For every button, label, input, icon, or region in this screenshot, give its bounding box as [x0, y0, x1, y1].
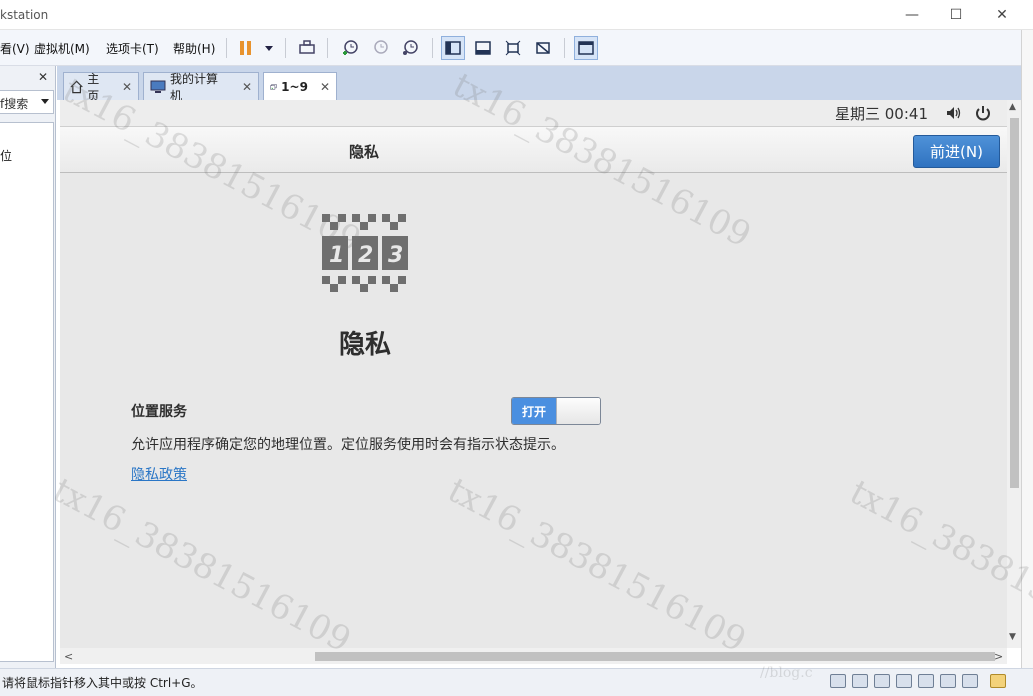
chevron-down-icon[interactable] [41, 99, 49, 104]
cd-drive-icon[interactable] [852, 674, 868, 688]
tab-vm[interactable]: 1~9 ✕ [263, 72, 337, 100]
tab-close-button[interactable]: ✕ [122, 80, 132, 94]
privacy-policy-link[interactable]: 隐私政策 [131, 464, 187, 484]
toggle-on-label: 打开 [512, 398, 556, 424]
toolbar-separator [226, 38, 227, 58]
scroll-right-button[interactable]: > [994, 650, 1003, 663]
menu-toolbar: 看(V) 虚拟机(M) 选项卡(T) 帮助(H) [0, 30, 1033, 66]
snapshot-manager-button[interactable] [398, 36, 422, 60]
keyboard-icon [299, 40, 315, 54]
library-panel: ✕ f搜索 位 [0, 66, 56, 668]
title-bar: kstation — ☐ ✕ [0, 0, 1033, 30]
display-icon[interactable] [962, 674, 978, 688]
tab-label: 我的计算机 [169, 71, 218, 103]
tab-label: 1~9 [281, 79, 308, 94]
tab-label: 主页 [87, 71, 100, 103]
network-icon[interactable] [874, 674, 890, 688]
menu-tabs[interactable]: 选项卡(T) [106, 40, 159, 57]
home-icon [70, 79, 83, 93]
location-service-label: 位置服务 [131, 404, 187, 420]
toolbar-separator [327, 38, 328, 58]
toolbar-separator [285, 38, 286, 58]
message-icon[interactable] [990, 674, 1006, 688]
sound-card-icon[interactable] [918, 674, 934, 688]
status-bar: 请将鼠标指针移入其中或按 Ctrl+G。 [0, 668, 1033, 696]
chevron-down-icon [265, 46, 273, 51]
unity-button[interactable] [531, 36, 555, 60]
pause-button[interactable] [234, 36, 258, 60]
privacy-logo-icon: 123 [322, 214, 408, 292]
fullscreen-icon [505, 40, 521, 56]
tab-strip: 主页 ✕ 我的计算机 ✕ 1~9 ✕ [57, 66, 1021, 103]
snapshot-manager-icon [403, 40, 418, 55]
location-service-description: 允许应用程序确定您的地理位置。定位服务使用时会有指示状态提示。 [131, 437, 565, 453]
thumbnail-bar-button[interactable] [471, 36, 495, 60]
header-title: 隐私 [349, 143, 380, 161]
page-title: 隐私 [339, 330, 392, 360]
vertical-scroll-thumb[interactable] [1010, 118, 1019, 488]
guest-top-bar: 星期三 00:41 [60, 100, 1007, 126]
toggle-knob[interactable] [556, 398, 600, 424]
toolbar-separator [432, 38, 433, 58]
library-close-button[interactable]: ✕ [38, 70, 48, 84]
computer-icon [150, 80, 166, 93]
pause-icon [240, 41, 251, 55]
status-text: 请将鼠标指针移入其中或按 Ctrl+G。 [2, 676, 203, 690]
menu-view[interactable]: 看(V) [0, 40, 30, 57]
setup-header: 隐私 前进(N) [60, 126, 1007, 173]
vm-icon [270, 83, 277, 89]
library-search-input[interactable]: f搜索 [0, 90, 54, 114]
tab-close-button[interactable]: ✕ [242, 80, 252, 94]
library-search-text: f搜索 [0, 97, 29, 111]
horizontal-scroll-thumb[interactable] [315, 652, 995, 661]
usb-icon[interactable] [940, 674, 956, 688]
scroll-left-button[interactable]: < [64, 650, 73, 663]
next-button[interactable]: 前进(N) [913, 135, 1000, 168]
close-window-button[interactable]: ✕ [987, 4, 1017, 26]
tab-close-button[interactable]: ✕ [320, 80, 330, 94]
maximize-button[interactable]: ☐ [941, 4, 971, 26]
snapshot-icon [343, 40, 358, 55]
snapshot-button[interactable] [338, 36, 362, 60]
thumbnail-icon [475, 41, 491, 55]
menu-help[interactable]: 帮助(H) [173, 40, 215, 57]
send-ctrl-alt-del-button[interactable] [295, 36, 319, 60]
show-library-button[interactable] [441, 36, 465, 60]
scroll-down-button[interactable]: ▼ [1009, 632, 1016, 642]
window-title: kstation [0, 8, 49, 22]
svg-text:2: 2 [358, 243, 373, 268]
tab-my-computer[interactable]: 我的计算机 ✕ [143, 72, 259, 103]
power-icon[interactable] [974, 104, 992, 122]
console-view-button[interactable] [574, 36, 598, 60]
revert-snapshot-button[interactable] [368, 36, 392, 60]
pause-dropdown-button[interactable] [257, 36, 281, 60]
horizontal-scrollbar[interactable]: < > [60, 648, 1007, 664]
tab-home[interactable]: 主页 ✕ [63, 72, 139, 103]
hard-disk-icon[interactable] [830, 674, 846, 688]
location-service-toggle[interactable]: 打开 [511, 397, 601, 425]
volume-icon[interactable] [945, 104, 963, 122]
console-icon [578, 41, 594, 55]
svg-text:1: 1 [329, 243, 344, 268]
full-screen-button[interactable] [501, 36, 525, 60]
vertical-scrollbar[interactable]: ▲ ▼ [1007, 100, 1021, 648]
library-icon [445, 41, 461, 55]
printer-icon[interactable] [896, 674, 912, 688]
revert-icon [374, 40, 388, 54]
vm-console[interactable]: 星期三 00:41 隐私 前进(N) 123 隐私 位置服务 打开 允许应用程序… [60, 100, 1007, 648]
menu-vm[interactable]: 虚拟机(M) [34, 40, 90, 57]
scroll-up-button[interactable]: ▲ [1009, 102, 1016, 112]
background-window-edge [1021, 30, 1033, 668]
library-tree-item[interactable]: 位 [0, 147, 12, 164]
unity-icon [536, 42, 550, 54]
toolbar-separator [564, 38, 565, 58]
library-tree: 位 [0, 122, 54, 662]
minimize-button[interactable]: — [897, 4, 927, 26]
clock[interactable]: 星期三 00:41 [835, 103, 928, 124]
svg-text:3: 3 [388, 243, 403, 268]
